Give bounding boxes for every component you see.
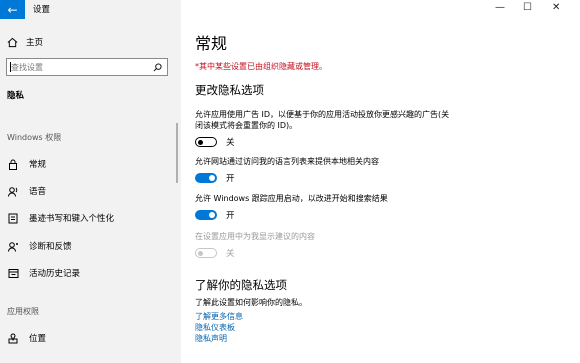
toggle-knob <box>209 212 215 218</box>
toggle-row-advertising-id: 关 <box>195 136 235 148</box>
sidebar-item-label: 常规 <box>29 160 47 170</box>
advertising-id-toggle[interactable] <box>195 137 217 147</box>
option-desc-app-launch-tracking: 允许 Windows 跟踪应用启动，以改进开始和搜索结果 <box>195 194 388 203</box>
sidebar-item-diagnostics[interactable]: 诊断和反馈 <box>7 239 72 253</box>
sidebar-item-inking[interactable]: 墨迹书写和键入个性化 <box>7 211 114 225</box>
diagnostics-icon <box>7 240 19 252</box>
text-caret <box>10 62 11 72</box>
learn-description: 了解此设置如何影响你的隐私。 <box>195 298 307 307</box>
sidebar-item-label: 活动历史记录 <box>29 269 81 279</box>
back-button[interactable]: ← <box>0 0 25 19</box>
home-label: 主页 <box>26 38 44 48</box>
sidebar: ← 设置 主页 查找设置 隐私 Windows 权限 常规 语音 墨迹书写和键入… <box>0 0 181 363</box>
location-icon <box>7 332 19 344</box>
option-desc-advertising-id: 允许应用使用广告 ID，以便基于你的应用活动投放你更感兴趣的广告(关闭该模式将会… <box>195 110 450 130</box>
sidebar-item-general[interactable]: 常规 <box>7 157 46 171</box>
sidebar-item-location[interactable]: 位置 <box>7 331 46 345</box>
search-placeholder: 查找设置 <box>11 62 43 72</box>
lock-icon <box>7 158 19 170</box>
app-permissions-label: 应用权限 <box>7 307 39 316</box>
toggle-state-label: 开 <box>226 211 235 221</box>
app-launch-tracking-toggle[interactable] <box>195 210 217 220</box>
sidebar-item-home[interactable]: 主页 <box>7 35 43 49</box>
speech-icon <box>7 185 19 197</box>
toggle-row-app-launch-tracking: 开 <box>195 209 235 221</box>
sidebar-item-speech[interactable]: 语音 <box>7 184 46 198</box>
privacy-statement-link[interactable]: 隐私声明 <box>195 333 227 344</box>
sidebar-item-label: 诊断和反馈 <box>29 242 72 252</box>
privacy-dashboard-link[interactable]: 隐私仪表板 <box>195 322 235 333</box>
search-input[interactable]: 查找设置 <box>6 58 168 76</box>
search-icon[interactable] <box>153 62 162 72</box>
sidebar-item-label: 位置 <box>29 334 47 344</box>
back-arrow-icon: ← <box>7 2 18 17</box>
toggle-state-label: 开 <box>226 174 235 184</box>
toggle-knob <box>198 139 203 145</box>
toggle-row-suggested-content: 关 <box>195 247 235 259</box>
privacy-header: 隐私 <box>7 91 25 101</box>
option-desc-language-list: 允许网站通过访问我的语言列表来提供本地相关内容 <box>195 157 379 166</box>
suggested-content-toggle[interactable] <box>195 248 217 258</box>
toggle-state-label: 关 <box>226 138 235 148</box>
sidebar-item-label: 墨迹书写和键入个性化 <box>29 214 115 224</box>
learn-more-link[interactable]: 了解更多信息 <box>195 311 243 322</box>
toggle-knob <box>198 250 203 256</box>
history-icon <box>7 267 19 279</box>
page-title: 常规 <box>195 34 228 53</box>
sidebar-scrollbar[interactable] <box>176 123 178 183</box>
sidebar-item-label: 语音 <box>29 187 47 197</box>
sidebar-item-activity-history[interactable]: 活动历史记录 <box>7 266 80 280</box>
toggle-state-label: 关 <box>226 249 235 259</box>
toggle-knob <box>209 175 215 181</box>
windows-permissions-label: Windows 权限 <box>7 133 62 142</box>
managed-warning: *其中某些设置已由组织隐藏或管理。 <box>195 62 327 71</box>
section-title: 更改隐私选项 <box>195 83 264 97</box>
main-content: 常规 *其中某些设置已由组织隐藏或管理。 更改隐私选项 允许应用使用广告 ID，… <box>195 0 575 363</box>
language-list-toggle[interactable] <box>195 173 217 183</box>
option-desc-suggested-content: 在设置应用中为我显示建议的内容 <box>195 232 315 241</box>
app-title: 设置 <box>33 5 51 15</box>
notepad-icon <box>7 212 19 224</box>
toggle-row-language-list: 开 <box>195 172 235 184</box>
learn-section-title: 了解你的隐私选项 <box>195 278 287 292</box>
home-icon <box>7 37 18 47</box>
